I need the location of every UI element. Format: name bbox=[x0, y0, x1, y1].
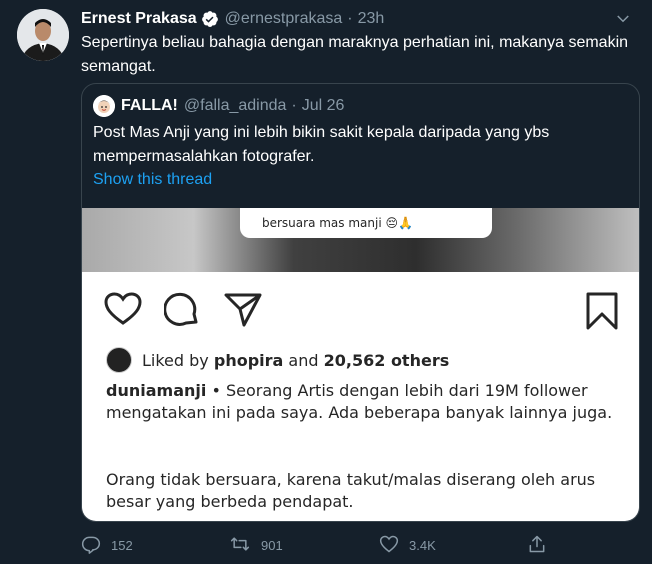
separator-dot: · bbox=[347, 10, 353, 27]
quoted-tweet[interactable]: FALLA! @falla_adinda · Jul 26 Post Mas A… bbox=[81, 83, 640, 522]
reply-button[interactable]: 152 bbox=[81, 534, 229, 557]
retweet-count: 901 bbox=[261, 537, 283, 553]
liked-by-count: 20,562 others bbox=[323, 350, 450, 370]
quote-avatar bbox=[93, 95, 115, 117]
show-thread-link[interactable]: Show this thread bbox=[93, 171, 212, 189]
quote-media-image[interactable]: bersuara mas manji 😔🙏 Liked by phopira a… bbox=[82, 208, 639, 521]
like-count: 3.4K bbox=[409, 537, 436, 553]
caption-user: duniamanji bbox=[106, 381, 207, 400]
liked-by-user: phopira bbox=[213, 350, 284, 370]
author-handle[interactable]: @ernestprakasa bbox=[225, 10, 343, 28]
like-button[interactable]: 3.4K bbox=[379, 534, 527, 557]
quote-date[interactable]: Jul 26 bbox=[302, 97, 345, 115]
share-button[interactable] bbox=[527, 534, 557, 557]
comment-bubble: bersuara mas manji 😔🙏 bbox=[240, 208, 492, 238]
tweet-actions: 152 901 3.4K bbox=[81, 532, 561, 558]
reply-icon bbox=[81, 534, 111, 557]
retweet-button[interactable]: 901 bbox=[229, 534, 379, 557]
instagram-action-bar bbox=[104, 292, 624, 332]
tweet-time[interactable]: 23h bbox=[358, 10, 385, 28]
heart-icon bbox=[379, 534, 409, 557]
instagram-photo: bersuara mas manji 😔🙏 bbox=[82, 208, 639, 272]
tweet-header: Ernest Prakasa @ernestprakasa · 23h bbox=[81, 8, 632, 30]
tweet-text: Sepertinya beliau bahagia dengan marakny… bbox=[81, 34, 629, 75]
send-icon bbox=[224, 292, 262, 333]
post-caption: duniamanji • Seorang Artis dengan lebih … bbox=[106, 380, 626, 424]
separator-dot: · bbox=[291, 97, 297, 114]
liked-by-line: Liked by phopira and 20,562 others bbox=[106, 347, 449, 373]
chevron-down-icon[interactable] bbox=[614, 10, 632, 33]
quote-author-handle[interactable]: @falla_adinda bbox=[184, 97, 287, 115]
liked-by-avatar bbox=[106, 347, 132, 373]
retweet-icon bbox=[229, 534, 261, 557]
quote-header: FALLA! @falla_adinda · Jul 26 bbox=[93, 94, 344, 118]
verified-badge-icon bbox=[201, 10, 219, 28]
share-icon bbox=[527, 534, 557, 557]
heart-icon bbox=[104, 292, 142, 331]
author-name[interactable]: Ernest Prakasa bbox=[81, 10, 197, 28]
reply-count: 152 bbox=[111, 537, 133, 553]
liked-by-and: and bbox=[288, 350, 319, 370]
liked-by-prefix: Liked by bbox=[142, 350, 209, 370]
post-caption-second: Orang tidak bersuara, karena takut/malas… bbox=[106, 470, 596, 511]
quote-text: Post Mas Anji yang ini lebih bikin sakit… bbox=[93, 124, 550, 165]
author-avatar[interactable] bbox=[17, 9, 69, 61]
bookmark-icon bbox=[586, 292, 618, 335]
comment-icon bbox=[163, 292, 200, 333]
quote-author-name[interactable]: FALLA! bbox=[121, 97, 178, 115]
